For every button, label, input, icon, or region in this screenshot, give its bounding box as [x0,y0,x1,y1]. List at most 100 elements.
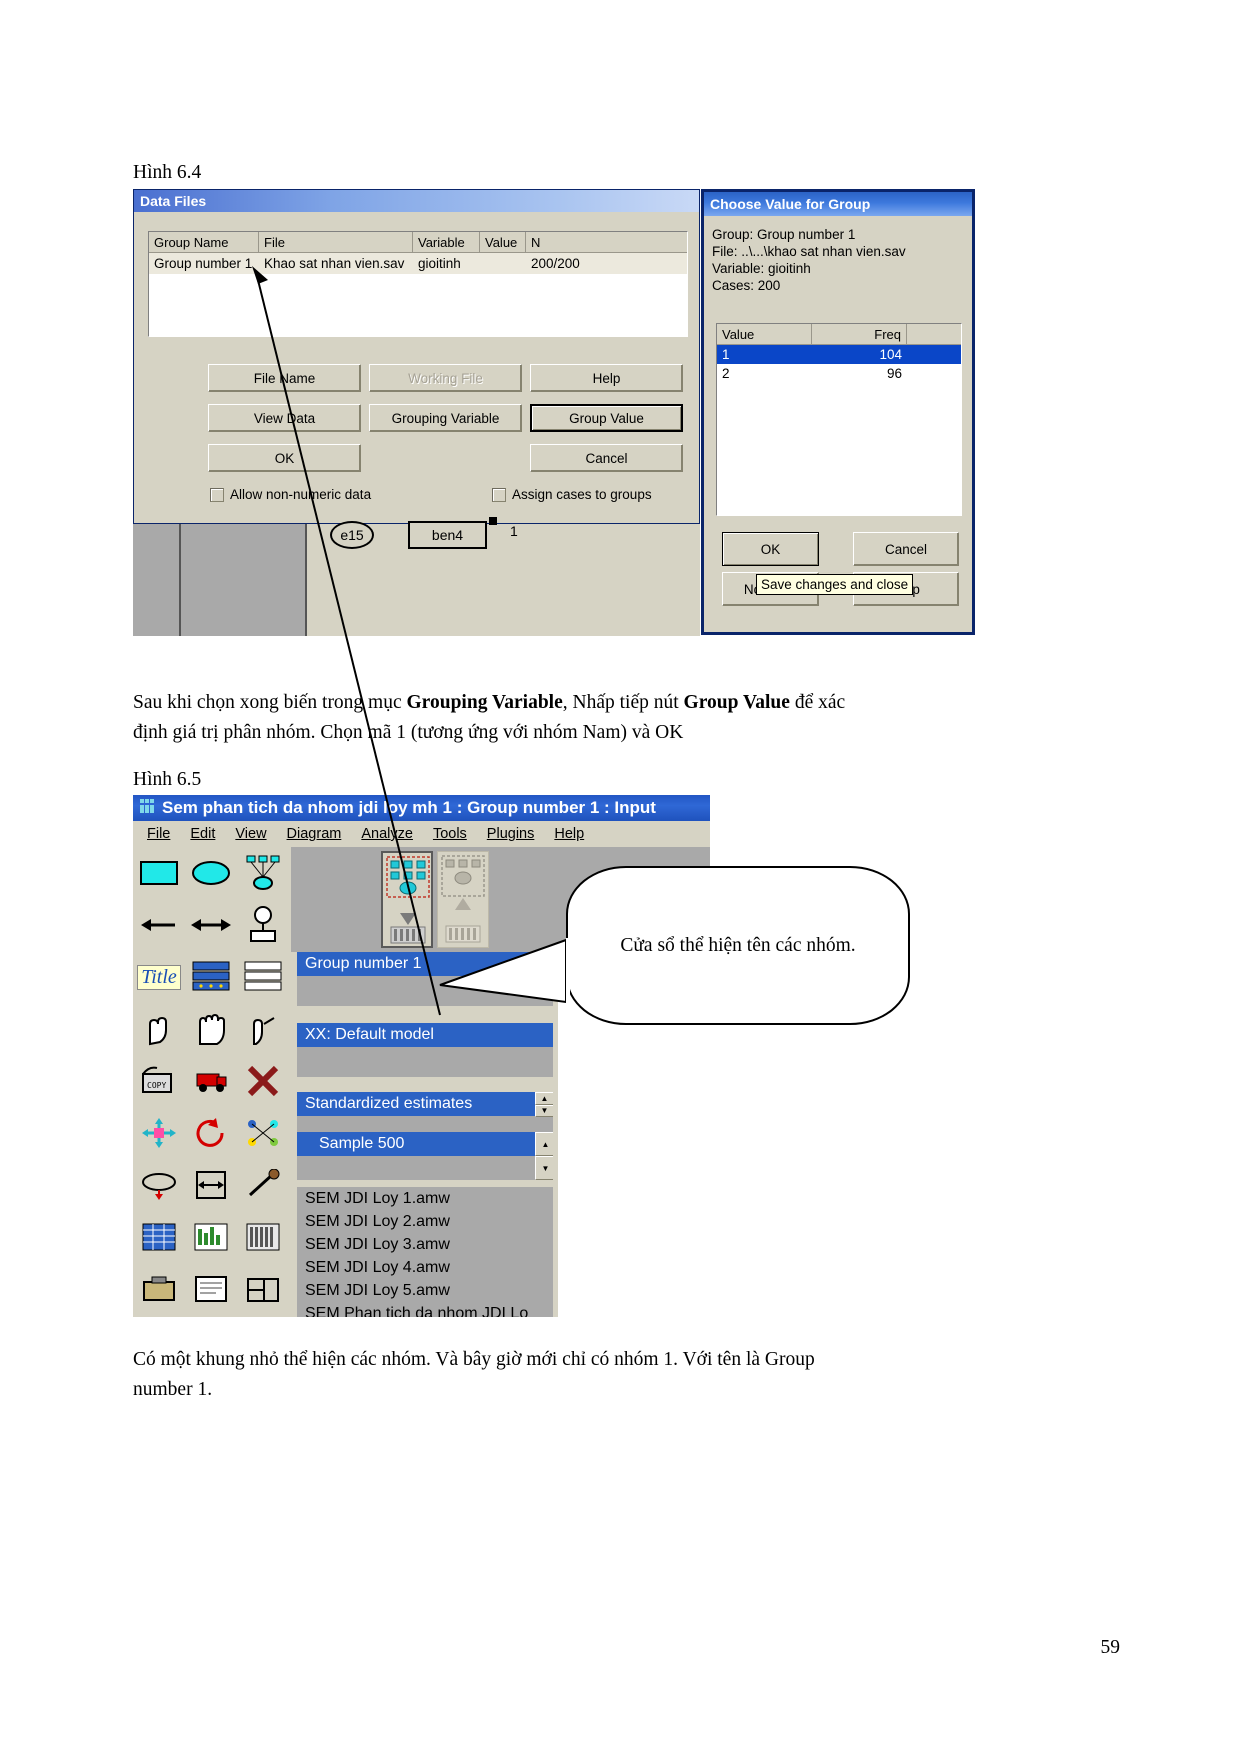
variables-in-dataset-tool-icon[interactable] [185,951,237,1003]
column-header-blank[interactable] [907,324,959,344]
models-panel[interactable]: XX: Default model [297,1023,553,1077]
select-all-tool-icon[interactable] [185,1003,237,1055]
menu-item-tools[interactable]: Tools [433,826,467,842]
p1-seg-c: , Nhấp tiếp nút [562,692,684,713]
column-header-variable[interactable]: Variable [413,232,480,252]
help-button[interactable]: Help [530,364,683,392]
sample-panel[interactable]: Sample 500 [297,1132,553,1180]
table-row[interactable]: Group number 1 Khao sat nhan vien.sav gi… [149,253,687,274]
callout-text: Cửa sổ thể hiện tên các nhóm. [620,934,856,956]
input-path-diagram-button[interactable] [381,851,433,948]
menu-item-diagram[interactable]: Diagram [287,826,342,842]
rotate-tool-icon[interactable] [185,1107,237,1159]
panel-row-model-blank[interactable] [297,1047,553,1071]
panel-row-sample[interactable]: Sample 500 [297,1132,553,1156]
move-objects-tool-icon[interactable] [185,1055,237,1107]
ok-button[interactable]: OK [722,532,819,566]
amos-toolbar[interactable]: Title COPY [133,847,291,1317]
column-header-group-name[interactable]: Group Name [149,232,259,252]
file-name-button[interactable]: File Name [208,364,361,392]
allow-non-numeric-data-checkbox[interactable]: Allow non-numeric data [210,487,371,502]
checkbox-label: Assign cases to groups [512,487,652,502]
panel-row-estimates[interactable]: Standardized estimates [297,1092,553,1116]
list-item[interactable]: SEM JDI Loy 1.amw [297,1187,556,1210]
list-item[interactable]: SEM Phan tich da nhom JDI Lo [297,1302,556,1318]
calculate-estimates-tool-icon[interactable] [237,1211,289,1263]
groups-panel[interactable]: Group number 1 [297,952,553,1006]
ok-button[interactable]: OK [208,444,361,472]
table-row[interactable]: 2 96 [717,364,961,383]
list-item[interactable]: SEM JDI Loy 4.amw [297,1256,556,1279]
list-item[interactable]: SEM JDI Loy 2.amw [297,1210,556,1233]
panel-splitter[interactable] [553,952,558,1317]
single-arrow-tool-icon[interactable] [133,899,185,951]
p1-seg-a: Sau khi chọn xong biến trong mục [133,692,407,713]
column-header-value[interactable]: Value [480,232,526,252]
analysis-properties-tool-icon[interactable] [185,1211,237,1263]
panel-row-group[interactable]: Group number 1 [297,952,553,976]
panel-row-model[interactable]: XX: Default model [297,1023,553,1047]
panel-row-sample-blank[interactable] [297,1156,553,1180]
view-data-button[interactable]: View Data [208,404,361,432]
error-term-tool-icon[interactable] [237,899,289,951]
info-file: File: ..\...\khao sat nhan vien.sav [712,244,906,259]
reflect-tool-icon[interactable] [237,1107,289,1159]
choose-value-dialog: Choose Value for Group Group: Group numb… [701,189,975,635]
view-data-table-tool-icon[interactable] [133,1211,185,1263]
value-freq-list[interactable]: Value Freq 1 104 2 96 [716,323,962,516]
latent-variable-tool-icon[interactable] [237,847,289,899]
deselect-tool-icon[interactable] [237,1003,289,1055]
data-files-list[interactable]: Group Name File Variable Value N Group n… [148,231,688,337]
menu-item-analyze[interactable]: Analyze [361,826,413,842]
cancel-button[interactable]: Cancel [530,444,683,472]
panel-row-group-blank[interactable] [297,976,553,1000]
checkbox-label: Allow non-numeric data [230,487,372,502]
cancel-button[interactable]: Cancel [853,532,959,566]
menu-item-file[interactable]: File [147,826,170,842]
cell-file: Khao sat nhan vien.sav [264,256,405,271]
menu-item-edit[interactable]: Edit [190,826,215,842]
info-cases: Cases: 200 [712,278,781,293]
fit-to-page-tool-icon[interactable] [185,1159,237,1211]
list-item[interactable]: SEM JDI Loy 5.amw [297,1279,556,1302]
paragraph-2: Có một khung nhỏ thể hiện các nhóm. Và b… [133,1345,1093,1405]
spinner-down-icon[interactable]: ▼ [535,1104,554,1117]
copy-path-diagram-tool-icon[interactable]: COPY [133,1055,185,1107]
menu-item-view[interactable]: View [235,826,266,842]
output-path-diagram-button[interactable] [437,851,489,948]
touch-up-variable-tool-icon[interactable] [133,1159,185,1211]
preserve-symmetry-tool-icon[interactable] [237,1159,289,1211]
column-header-file[interactable]: File [259,232,413,252]
p2-line2: number 1. [133,1379,213,1400]
column-header-freq[interactable]: Freq [812,324,907,344]
estimates-spinner[interactable]: ▲ ▼ [535,1092,554,1117]
resize-diagram-tool-icon[interactable] [133,1107,185,1159]
variables-in-model-tool-icon[interactable] [237,951,289,1003]
rectangle-tool-icon[interactable] [133,847,185,899]
table-row[interactable]: 1 104 [717,345,961,364]
menu-item-help[interactable]: Help [554,826,584,842]
menu-item-plugins[interactable]: Plugins [487,826,535,842]
data-files-titlebar: Data Files [134,190,699,212]
recent-files-list[interactable]: SEM JDI Loy 1.amw SEM JDI Loy 2.amw SEM … [297,1187,556,1317]
group-value-button[interactable]: Group Value [530,404,683,432]
cell-value: 1 [722,347,730,362]
diagram-variable-node: ben4 [408,521,487,549]
ellipse-tool-icon[interactable] [185,847,237,899]
object-properties-tool-icon[interactable] [237,1263,289,1315]
column-header-n[interactable]: N [526,232,686,252]
copy-to-clipboard-tool-icon[interactable] [133,1263,185,1315]
grouping-variable-button[interactable]: Grouping Variable [369,404,522,432]
double-arrow-tool-icon[interactable] [185,899,237,951]
column-header-value[interactable]: Value [717,324,812,344]
spinner-up-icon[interactable]: ▲ [535,1092,554,1105]
erase-objects-tool-icon[interactable] [237,1055,289,1107]
p1-line2: định giá trị phân nhóm. Chọn mã 1 (tương… [133,722,684,743]
p1-grouping-variable: Grouping Variable [406,692,563,713]
select-one-tool-icon[interactable] [133,1003,185,1055]
text-output-tool-icon[interactable] [185,1263,237,1315]
data-files-title: Data Files [140,193,207,209]
list-item[interactable]: SEM JDI Loy 3.amw [297,1233,556,1256]
title-tool-icon[interactable]: Title [133,951,185,1003]
assign-cases-to-groups-checkbox[interactable]: Assign cases to groups [492,487,652,502]
